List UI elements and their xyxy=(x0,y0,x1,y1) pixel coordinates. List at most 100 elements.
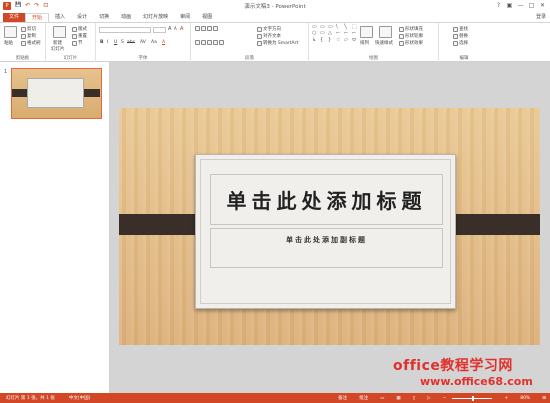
reset-label: 重置 xyxy=(78,34,87,39)
tab-review[interactable]: 审阅 xyxy=(174,13,196,22)
tab-animations[interactable]: 动画 xyxy=(115,13,137,22)
shape-icon[interactable]: { xyxy=(320,37,327,43)
format-painter-button[interactable]: 格式刷 xyxy=(21,40,41,46)
comments-button[interactable]: 批注 xyxy=(359,395,368,401)
normal-view-icon[interactable]: ▭ xyxy=(380,396,384,401)
shape-icon[interactable]: ⌐ xyxy=(352,31,359,36)
tab-transitions[interactable]: 切换 xyxy=(93,13,115,22)
char-spacing-button[interactable]: AV xyxy=(140,40,146,45)
copy-icon xyxy=(21,33,26,39)
text-direction-button[interactable]: 文字方向 xyxy=(257,26,281,32)
grow-font-button[interactable]: A xyxy=(168,26,171,32)
shape-icon[interactable]: ↳ xyxy=(312,37,319,43)
clear-format-button[interactable]: A xyxy=(180,26,183,32)
shape-icon[interactable]: ○ xyxy=(312,31,319,36)
shape-icon[interactable]: ☆ xyxy=(336,37,343,43)
find-button[interactable]: 查找 xyxy=(453,26,468,32)
quick-styles-icon[interactable] xyxy=(379,26,392,38)
tab-slideshow[interactable]: 幻灯片放映 xyxy=(137,13,174,22)
shape-icon[interactable]: ▱ xyxy=(344,37,351,43)
subtitle-placeholder[interactable]: 单击此处添加副标题 xyxy=(210,228,443,268)
shapes-gallery[interactable]: ▭ ▭ ▭ \ ╲ ⬚ ○ ▭ △ ⌐ ⌐ ⌐ ↳ { } ☆ ▱ ⬭ xyxy=(312,24,359,43)
bold-button[interactable]: B xyxy=(100,40,103,45)
arrange-button[interactable]: 排列 xyxy=(360,40,369,46)
cut-button[interactable]: 剪切 xyxy=(21,26,36,32)
shape-effects-button[interactable]: 形状效果 xyxy=(399,40,423,46)
slides-group-label: 幻灯片 xyxy=(63,56,78,61)
bullets-button[interactable] xyxy=(195,26,218,31)
layout-icon xyxy=(72,26,77,32)
underline-button[interactable]: U xyxy=(114,40,117,45)
watermark-text: office教程学习网 xyxy=(393,358,513,374)
section-button[interactable]: 节 xyxy=(72,40,83,46)
shape-icon[interactable]: △ xyxy=(328,31,335,36)
notes-button[interactable]: 备注 xyxy=(338,395,347,401)
align-text-button[interactable]: 对齐文本 xyxy=(257,33,281,39)
copy-button[interactable]: 复制 xyxy=(21,33,36,39)
status-bar: 幻灯片 第 1 张，共 1 张 中文(中国) 备注 批注 ▭ ▦ ▯ ▷ − +… xyxy=(0,393,550,403)
font-size-select[interactable] xyxy=(153,27,166,33)
brush-icon xyxy=(21,40,26,46)
change-case-button[interactable]: Aa xyxy=(151,40,157,45)
zoom-slider-thumb[interactable] xyxy=(472,395,474,401)
zoom-in-button[interactable]: + xyxy=(504,396,508,401)
paste-button[interactable]: 粘贴 xyxy=(4,40,13,46)
shape-outline-button[interactable]: 形状轮廓 xyxy=(399,33,423,39)
shape-fill-button[interactable]: 形状填充 xyxy=(399,26,423,32)
tab-file[interactable]: 文件 xyxy=(3,13,26,22)
italic-button[interactable]: I xyxy=(107,40,108,45)
outline-icon xyxy=(399,33,404,39)
shape-icon[interactable]: } xyxy=(328,37,335,43)
zoom-level[interactable]: 80% xyxy=(520,396,530,401)
new-slide-button-line2[interactable]: 幻灯片 xyxy=(51,46,65,52)
replace-button[interactable]: 替换 xyxy=(453,33,468,39)
shape-fill-label: 形状填充 xyxy=(405,27,423,32)
arrange-icon[interactable] xyxy=(360,26,373,38)
shape-icon[interactable]: ⌐ xyxy=(344,31,351,36)
select-button[interactable]: 选择 xyxy=(453,40,468,46)
language-indicator[interactable]: 中文(中国) xyxy=(69,395,91,401)
sorter-view-icon[interactable]: ▦ xyxy=(396,396,400,401)
strikethrough-button[interactable]: abc xyxy=(127,40,135,45)
help-button[interactable]: ? xyxy=(493,0,504,11)
ribbon-options-button[interactable]: ▣ xyxy=(504,0,515,11)
reading-view-icon[interactable]: ▯ xyxy=(413,396,415,401)
quick-styles-button[interactable]: 快速样式 xyxy=(375,40,393,46)
tab-view[interactable]: 视图 xyxy=(196,13,218,22)
title-placeholder[interactable]: 单击此处添加标题 xyxy=(210,174,443,225)
smartart-button[interactable]: 转换为 SmartArt xyxy=(257,40,298,46)
search-icon xyxy=(453,26,458,32)
slides-pane: 1 xyxy=(0,62,110,393)
font-name-select[interactable] xyxy=(99,27,151,33)
window-title: 演示文稿3 - PowerPoint xyxy=(244,4,306,10)
reset-button[interactable]: 重置 xyxy=(72,33,87,39)
layout-button[interactable]: 版式 xyxy=(72,26,87,32)
shape-outline-label: 形状轮廓 xyxy=(405,34,423,39)
shape-icon[interactable]: ▭ xyxy=(320,31,327,36)
tab-insert[interactable]: 插入 xyxy=(49,13,71,22)
slideshow-view-icon[interactable]: ▷ xyxy=(427,396,430,401)
paste-icon[interactable] xyxy=(4,26,17,38)
new-slide-icon[interactable] xyxy=(53,26,66,38)
slide-thumbnail[interactable] xyxy=(11,68,102,119)
close-button[interactable]: ✕ xyxy=(537,0,548,11)
tab-design[interactable]: 设计 xyxy=(71,13,93,22)
sign-in-link[interactable]: 登录 xyxy=(536,13,546,20)
slide-canvas: 单击此处添加标题 单击此处添加副标题 xyxy=(119,108,540,345)
font-color-button[interactable]: A xyxy=(162,40,165,45)
shrink-font-button[interactable]: A xyxy=(174,26,177,31)
ribbon-tabs: 文件 开始 插入 设计 切换 动画 幻灯片放映 审阅 视图 xyxy=(0,12,550,22)
shape-icon[interactable]: ⌐ xyxy=(336,31,343,36)
minimize-button[interactable]: — xyxy=(515,0,526,11)
fit-slide-icon[interactable]: ⊞ xyxy=(542,396,546,401)
tab-home[interactable]: 开始 xyxy=(25,13,50,22)
shape-icon[interactable]: ⬭ xyxy=(352,37,359,43)
shadow-button[interactable]: S xyxy=(121,40,124,45)
zoom-slider[interactable] xyxy=(452,395,493,401)
effects-icon xyxy=(399,40,404,46)
align-buttons[interactable] xyxy=(195,40,224,45)
maximize-button[interactable]: □ xyxy=(526,0,537,11)
slide-count: 幻灯片 第 1 张，共 1 张 xyxy=(6,396,55,401)
zoom-out-button[interactable]: − xyxy=(443,396,447,401)
drawing-group: ▭ ▭ ▭ \ ╲ ⬚ ○ ▭ △ ⌐ ⌐ ⌐ ↳ { } ☆ ▱ ⬭ 排列 快… xyxy=(309,23,439,62)
